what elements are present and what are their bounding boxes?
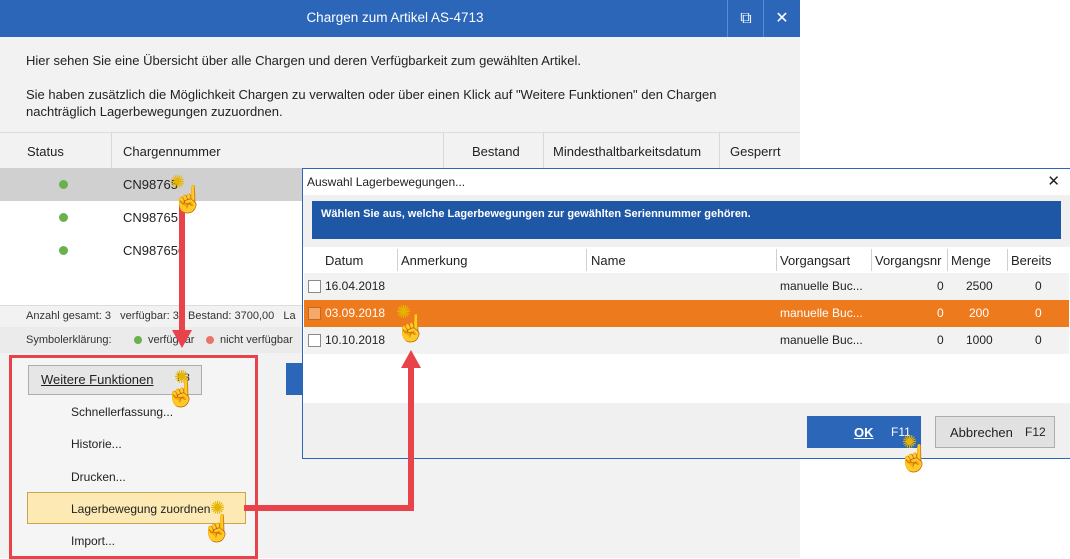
row-datum: 03.09.2018 [325,306,386,320]
available-dot-icon [134,336,142,344]
arrow-down-line [179,200,185,332]
status-summary: Anzahl gesamt: 3 verfügbar: 3 Bestand: 3… [26,310,296,322]
row-menge: 2500 [966,279,993,293]
hand-cursor-icon: ☝ [898,443,931,473]
arrow-up-head-icon [401,350,421,368]
cancel-key: F12 [1025,425,1046,439]
hand-cursor-icon: ☝ [172,184,205,214]
legend-unavailable: nicht verfügbar [220,334,293,346]
legend-label: Symbolerklärung: [26,334,112,346]
col-gesperrt[interactable]: Gesperrt [730,144,781,159]
window-title-bar: Chargen zum Artikel AS-4713 ⧉ ✕ [0,0,800,37]
col-vorgangsart[interactable]: Vorgangsart [780,253,850,268]
menu-item-drucken[interactable]: Drucken... [71,470,126,484]
menu-item-historie[interactable]: Historie... [71,437,122,451]
more-functions-label: Weitere Funktionen [41,372,154,387]
arrow-up-line [408,366,414,511]
row-datum: 10.10.2018 [325,333,386,347]
row-vorgangsnr: 0 [937,333,944,347]
col-anmerkung[interactable]: Anmerkung [401,253,467,268]
unavailable-dot-icon [206,336,214,344]
dialog-banner-text: Wählen Sie aus, welche Lagerbewegungen z… [321,208,751,220]
dialog-banner: Wählen Sie aus, welche Lagerbewegungen z… [312,201,1061,239]
dialog-title: Auswahl Lagerbewegungen... [307,175,466,189]
col-mhd[interactable]: Mindesthaltbarkeitsdatum [553,144,701,159]
available-icon [59,246,68,255]
info-text-2: Sie haben zusätzlich die Möglichkeit Cha… [26,87,717,102]
menu-item-schnellerfassung[interactable]: Schnellerfassung... [71,405,173,419]
cancel-button[interactable]: Abbrechen F12 [935,416,1055,448]
col-status[interactable]: Status [27,144,64,159]
menu-item-import[interactable]: Import... [71,534,115,548]
row-checkbox[interactable] [308,334,321,347]
available-icon [59,213,68,222]
row-checkbox[interactable] [308,307,321,320]
row-vorgangsnr: 0 [937,306,944,320]
row-bereits: 0 [1035,279,1042,293]
arrow-right-line [244,505,414,511]
col-name[interactable]: Name [591,253,626,268]
row-vorgangsnr: 0 [937,279,944,293]
hand-cursor-icon: ☝ [201,513,234,543]
col-datum[interactable]: Datum [325,253,363,268]
row-menge: 1000 [966,333,993,347]
row-bereits: 0 [1035,333,1042,347]
row-vorgangsart: manuelle Buc... [780,333,863,347]
close-icon[interactable]: ✕ [763,0,800,37]
hand-cursor-icon: ☝ [165,378,198,408]
table-row[interactable]: 16.04.2018 manuelle Buc... 0 2500 0 [304,273,1069,300]
info-text-1: Hier sehen Sie eine Übersicht über alle … [26,53,581,68]
available-icon [59,180,68,189]
dialog-close-icon[interactable]: ✕ [1047,172,1060,190]
charge-number: CN987656 [123,243,186,258]
cancel-label: Abbrechen [950,425,1013,440]
info-text-3: nachträglich Lagerbewegungen zuzuordnen. [26,104,283,119]
charge-number: CN98765 [123,210,178,225]
ok-label: OK [854,425,874,440]
col-vorgangsnr[interactable]: Vorgangsnr [875,253,942,268]
arrow-down-head-icon [172,330,192,348]
row-checkbox[interactable] [308,280,321,293]
row-vorgangsart: manuelle Buc... [780,306,863,320]
info-panel: Hier sehen Sie eine Übersicht über alle … [0,37,800,132]
col-bestand[interactable]: Bestand [472,144,520,159]
hand-cursor-icon: ☝ [395,313,428,343]
col-bereits[interactable]: Bereits [1011,253,1051,268]
row-menge: 200 [969,306,990,320]
charges-grid-header: Status Chargennummer Bestand Mindesthalt… [0,132,800,170]
row-bereits: 0 [1035,306,1042,320]
popout-icon[interactable]: ⧉ [727,0,764,37]
row-datum: 16.04.2018 [325,279,386,293]
window-title: Chargen zum Artikel AS-4713 [306,10,484,25]
row-vorgangsart: manuelle Buc... [780,279,863,293]
col-chargennummer[interactable]: Chargennummer [123,144,221,159]
col-menge[interactable]: Menge [951,253,991,268]
menu-item-lagerbewegung-zuordnen[interactable]: Lagerbewegung zuordnen [71,502,210,516]
dialog-title-bar: Auswahl Lagerbewegungen... ✕ [303,169,1070,195]
